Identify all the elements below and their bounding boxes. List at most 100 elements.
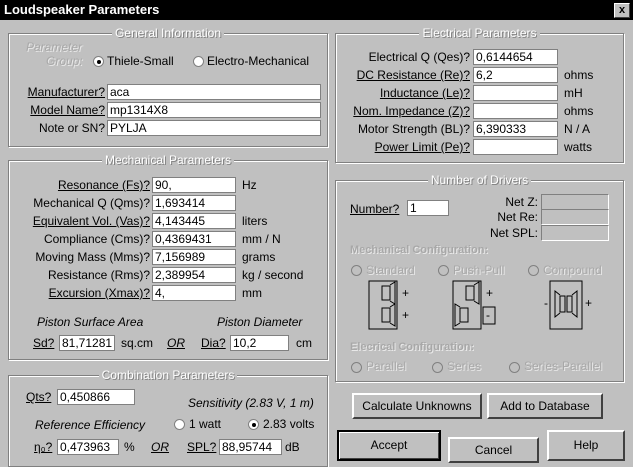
re-unit: ohms bbox=[564, 68, 594, 82]
add-to-database-button[interactable]: Add to Database bbox=[487, 393, 603, 419]
dia-unit: cm bbox=[296, 336, 312, 350]
rms-label: Resistance (Rms)? bbox=[47, 268, 150, 282]
note-label: Note or SN? bbox=[38, 121, 105, 135]
reference-efficiency-label: Reference Efficiency bbox=[35, 418, 146, 432]
piston-diameter-label: Piston Diameter bbox=[217, 315, 303, 329]
parameter-label: Parameter bbox=[26, 40, 83, 54]
standard-label[interactable]: Standard bbox=[366, 263, 415, 277]
re-label[interactable]: DC Resistance (Re)? bbox=[357, 68, 470, 82]
drivers-legend: Number of Drivers bbox=[427, 173, 532, 187]
vas-field[interactable]: 4,143445 bbox=[152, 213, 236, 229]
resonance-unit: Hz bbox=[242, 178, 257, 192]
electrical-legend: Electrical Parameters bbox=[419, 26, 540, 40]
2-83-volts-label[interactable]: 2.83 volts bbox=[263, 417, 314, 431]
dia-field[interactable]: 10,2 bbox=[230, 335, 289, 351]
spl-label[interactable]: SPL? bbox=[187, 440, 216, 454]
rms-unit: kg / second bbox=[242, 268, 304, 282]
xmax-label[interactable]: Excursion (Xmax)? bbox=[49, 286, 150, 300]
net-spl-label: Net SPL: bbox=[489, 226, 538, 240]
standard-plus-1: + bbox=[402, 286, 410, 300]
sd-field[interactable]: 81,71281 bbox=[59, 335, 115, 351]
thiele-small-label[interactable]: Thiele-Small bbox=[107, 54, 174, 68]
model-name-field[interactable]: mp1314X8 bbox=[107, 102, 321, 118]
cancel-button[interactable]: Cancel bbox=[448, 437, 539, 463]
or-label-1: OR bbox=[167, 336, 185, 350]
xmax-unit: mm bbox=[242, 286, 262, 300]
pe-unit: watts bbox=[564, 140, 593, 154]
radio-2-83-volts[interactable] bbox=[248, 419, 259, 430]
help-button[interactable]: Help bbox=[547, 430, 625, 461]
sensitivity-label: Sensitivity (2.83 V, 1 m) bbox=[188, 396, 314, 410]
cms-unit: mm / N bbox=[242, 232, 281, 246]
net-z-field bbox=[541, 194, 609, 210]
general-legend: General Information bbox=[111, 26, 225, 40]
standard-speaker-icon: + + bbox=[368, 280, 412, 330]
number-label[interactable]: Number? bbox=[350, 202, 399, 216]
calculate-unknowns-button[interactable]: Calculate Unknowns bbox=[352, 393, 482, 419]
radio-series-parallel[interactable] bbox=[509, 362, 520, 373]
net-z-label: Net Z: bbox=[505, 195, 538, 209]
xmax-field[interactable]: 4, bbox=[152, 285, 236, 301]
radio-electro-mechanical[interactable] bbox=[193, 56, 204, 67]
z-label[interactable]: Nom. Impedance (Z)? bbox=[353, 104, 470, 118]
rms-field[interactable]: 2,389954 bbox=[152, 267, 236, 283]
n0-field[interactable]: 0,473963 bbox=[57, 439, 119, 455]
compound-label[interactable]: Compound bbox=[543, 263, 602, 277]
1-watt-label[interactable]: 1 watt bbox=[189, 417, 221, 431]
electrical-configuration-label: Elecrical Configuration: bbox=[350, 341, 475, 353]
pe-field[interactable] bbox=[473, 139, 558, 155]
window-title: Loudspeaker Parameters bbox=[4, 2, 160, 17]
dia-label[interactable]: Dia? bbox=[201, 336, 226, 350]
radio-series[interactable] bbox=[432, 362, 443, 373]
radio-1-watt[interactable] bbox=[174, 419, 185, 430]
net-spl-field bbox=[541, 225, 609, 241]
qes-field[interactable]: 0,6144654 bbox=[473, 49, 558, 65]
qts-label[interactable]: Qts? bbox=[26, 390, 51, 404]
spl-unit: dB bbox=[285, 440, 300, 454]
mms-field[interactable]: 7,156989 bbox=[152, 249, 236, 265]
vas-label[interactable]: Equivalent Vol. (Vas)? bbox=[33, 214, 150, 228]
mms-label: Moving Mass (Mms)? bbox=[35, 250, 150, 264]
radio-thiele-small[interactable] bbox=[93, 56, 104, 67]
le-label[interactable]: Inductance (Le)? bbox=[380, 86, 470, 100]
manufacturer-field[interactable]: aca bbox=[107, 84, 321, 100]
spl-field[interactable]: 88,95744 bbox=[219, 439, 282, 455]
push-pull-plus: + bbox=[486, 286, 494, 300]
qts-field[interactable]: 0,450866 bbox=[57, 389, 135, 405]
radio-parallel[interactable] bbox=[351, 362, 362, 373]
n0-label[interactable]: η₀? bbox=[34, 440, 52, 454]
radio-push-pull[interactable] bbox=[438, 265, 449, 276]
electro-mechanical-label[interactable]: Electro-Mechanical bbox=[207, 54, 309, 68]
compound-plus: + bbox=[585, 296, 593, 310]
parallel-label[interactable]: Parallel bbox=[366, 359, 406, 373]
mechanical-configuration-label: Mechanical Configuration: bbox=[350, 244, 489, 256]
bl-field[interactable]: 6,390333 bbox=[473, 121, 558, 137]
resonance-label[interactable]: Resonance (Fs)? bbox=[58, 178, 150, 192]
radio-standard[interactable] bbox=[351, 265, 362, 276]
title-bar: Loudspeaker Parameters x bbox=[0, 0, 633, 20]
series-parallel-label[interactable]: Series-Parallel bbox=[524, 359, 602, 373]
vas-unit: liters bbox=[242, 214, 268, 228]
cms-field[interactable]: 0,4369431 bbox=[152, 231, 236, 247]
radio-compound[interactable] bbox=[528, 265, 539, 276]
re-field[interactable]: 6,2 bbox=[473, 67, 558, 83]
number-field[interactable]: 1 bbox=[407, 200, 449, 216]
pe-label[interactable]: Power Limit (Pe)? bbox=[375, 140, 470, 154]
qms-label: Mechanical Q (Qms)? bbox=[33, 196, 150, 210]
note-field[interactable]: PYLJA bbox=[107, 120, 321, 136]
accept-button[interactable]: Accept bbox=[337, 430, 441, 461]
close-button[interactable]: x bbox=[614, 3, 630, 18]
le-field[interactable] bbox=[473, 85, 558, 101]
z-field[interactable] bbox=[473, 103, 558, 119]
push-pull-label[interactable]: Push-Pull bbox=[453, 263, 504, 277]
piston-area-label: Piston Surface Area bbox=[37, 315, 144, 329]
sd-label[interactable]: Sd? bbox=[33, 336, 54, 350]
series-label[interactable]: Series bbox=[447, 359, 481, 373]
le-unit: mH bbox=[564, 86, 583, 100]
push-pull-speaker-icon: + - bbox=[452, 280, 502, 330]
resonance-field[interactable]: 90, bbox=[152, 177, 236, 193]
compound-minus: - bbox=[544, 296, 548, 310]
model-name-label[interactable]: Model Name? bbox=[30, 103, 105, 117]
qms-field[interactable]: 1,693414 bbox=[152, 195, 236, 211]
manufacturer-label[interactable]: Manufacturer? bbox=[28, 85, 105, 99]
